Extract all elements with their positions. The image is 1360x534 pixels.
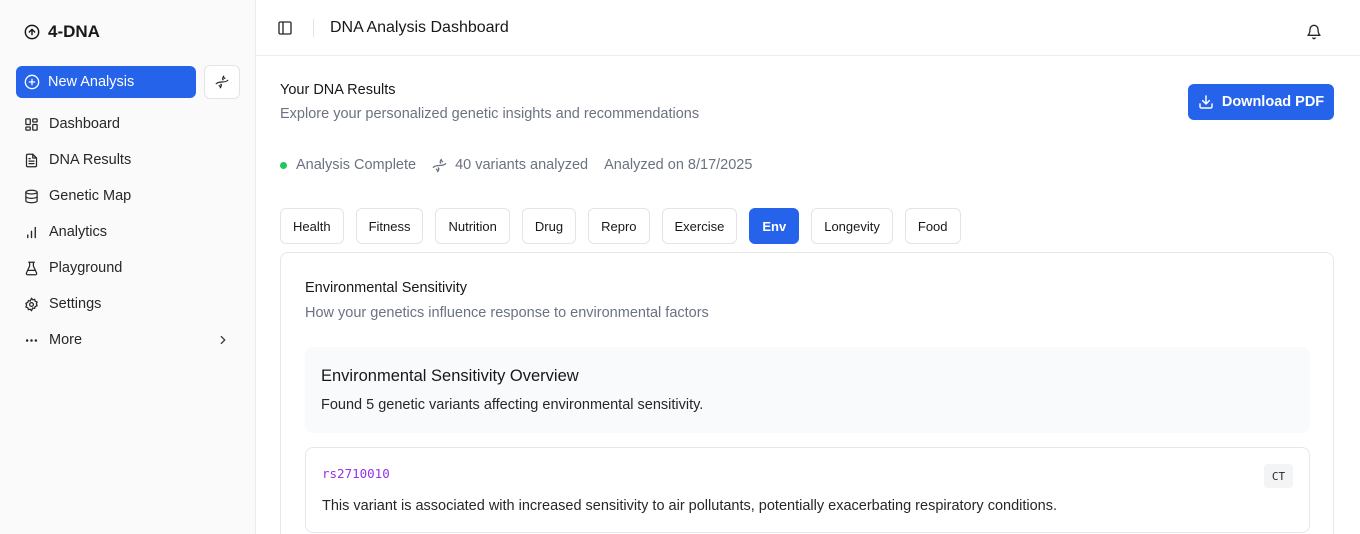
sidebar-item-playground[interactable]: Playground — [16, 250, 240, 286]
overview-text: Found 5 genetic variants affecting envir… — [321, 397, 704, 413]
new-analysis-button[interactable]: New Analysis — [16, 66, 196, 98]
analyzed-date: Analyzed on 8/17/2025 — [604, 157, 753, 173]
status-dot — [280, 161, 287, 169]
overview-panel: Environmental Sensitivity Overview Found… — [305, 347, 1310, 433]
sidebar-item-label: Genetic Map — [49, 188, 132, 204]
sidebar-item-more[interactable]: More — [16, 322, 240, 358]
dna-icon — [215, 75, 229, 89]
variant-rsid: rs2710010 — [322, 466, 390, 481]
bell-icon[interactable] — [1306, 24, 1322, 40]
sidebar-item-genetic-map[interactable]: Genetic Map — [16, 178, 240, 214]
main-area: DNA Analysis Dashboard Your DNA Results … — [256, 0, 1360, 534]
overview-title: Environmental Sensitivity Overview — [321, 367, 579, 385]
dna-tool-button[interactable] — [204, 65, 240, 99]
document-icon — [25, 153, 38, 167]
variants-count: 40 variants analyzed — [455, 157, 589, 173]
flask-icon — [25, 261, 38, 275]
sidebar-nav: Dashboard DNA Results Genetic Map Analyt… — [16, 106, 240, 358]
brand-name: 4-DNA — [48, 22, 100, 41]
sidebar-item-dashboard[interactable]: Dashboard — [16, 106, 240, 142]
sidebar-item-label: Dashboard — [49, 116, 120, 132]
sidebar-toggle-icon[interactable] — [277, 20, 293, 36]
tab-fitness[interactable]: Fitness — [355, 208, 424, 244]
header-divider — [313, 18, 314, 37]
brand[interactable]: 4-DNA — [24, 22, 100, 42]
app-root: 4-DNA New Analysis Dashboard DNA Results — [0, 0, 1360, 534]
logo-icon — [24, 24, 40, 40]
dna-icon — [432, 158, 447, 172]
sidebar-item-label: DNA Results — [49, 152, 132, 168]
status-row: Analysis Complete 40 variants analyzed A… — [280, 157, 752, 173]
download-icon — [1199, 95, 1213, 109]
chevron-right-icon — [220, 335, 226, 345]
download-pdf-label: Download PDF — [1221, 94, 1325, 110]
sidebar-item-dna-results[interactable]: DNA Results — [16, 142, 240, 178]
card-subtitle: How your genetics influence response to … — [305, 305, 709, 321]
category-tabs: Health Fitness Nutrition Drug Repro Exer… — [280, 208, 961, 244]
new-analysis-label: New Analysis — [48, 74, 135, 90]
gear-icon — [25, 297, 38, 311]
tab-exercise[interactable]: Exercise — [661, 208, 738, 244]
variant-card[interactable]: rs2710010 CT This variant is associated … — [305, 447, 1310, 533]
download-pdf-button[interactable]: Download PDF — [1188, 84, 1334, 120]
env-sensitivity-card: Environmental Sensitivity How your genet… — [280, 252, 1334, 534]
tab-health[interactable]: Health — [280, 208, 344, 244]
genotype-badge: CT — [1264, 464, 1293, 488]
tab-nutrition[interactable]: Nutrition — [435, 208, 510, 244]
tab-drug[interactable]: Drug — [521, 208, 577, 244]
variant-description: This variant is associated with increase… — [322, 498, 1058, 514]
status-text: Analysis Complete — [296, 157, 417, 173]
results-title: Your DNA Results — [280, 82, 396, 98]
sidebar-item-label: Playground — [49, 260, 123, 276]
card-title: Environmental Sensitivity — [305, 280, 467, 296]
database-icon — [25, 189, 38, 203]
page-title: DNA Analysis Dashboard — [330, 18, 509, 36]
plus-circle-icon — [24, 74, 40, 90]
tab-repro[interactable]: Repro — [588, 208, 650, 244]
results-subtitle: Explore your personalized genetic insigh… — [280, 106, 700, 122]
dashboard-icon — [25, 117, 38, 131]
sidebar-item-label: More — [49, 332, 83, 348]
sidebar-item-settings[interactable]: Settings — [16, 286, 240, 322]
tab-env[interactable]: Env — [749, 208, 800, 244]
bar-chart-icon — [27, 226, 36, 238]
tab-longevity[interactable]: Longevity — [811, 208, 893, 244]
sidebar: 4-DNA New Analysis Dashboard DNA Results — [0, 0, 256, 534]
tab-food[interactable]: Food — [904, 208, 961, 244]
top-bar: DNA Analysis Dashboard — [256, 0, 1360, 56]
sidebar-item-label: Analytics — [49, 224, 108, 240]
sidebar-item-label: Settings — [49, 296, 102, 312]
ellipsis-icon — [25, 338, 38, 342]
sidebar-item-analytics[interactable]: Analytics — [16, 214, 240, 250]
